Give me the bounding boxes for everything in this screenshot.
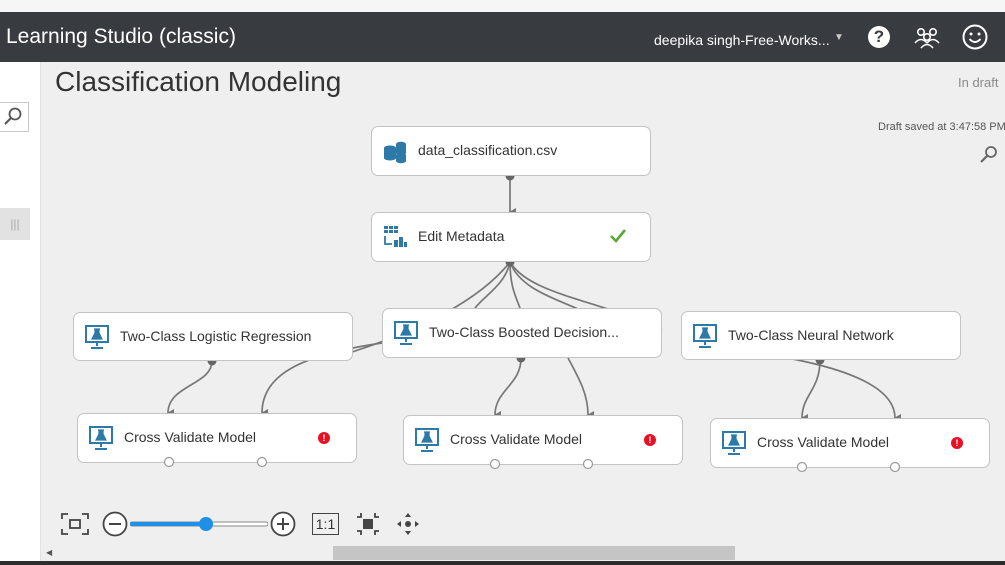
center-icon[interactable] xyxy=(356,512,380,536)
output-port xyxy=(163,456,175,468)
zoom-out-icon[interactable] xyxy=(102,511,128,537)
window-bottom-edge xyxy=(0,561,1005,565)
output-port xyxy=(582,458,594,470)
pan-icon[interactable] xyxy=(396,512,420,536)
fit-to-screen-icon[interactable] xyxy=(60,512,90,536)
output-port xyxy=(889,461,901,473)
actual-size-button[interactable]: 1:1 xyxy=(312,513,339,535)
scroll-left-arrow-icon[interactable]: ◀ xyxy=(46,548,52,557)
zoom-toolbar: 1:1 xyxy=(60,508,430,540)
output-port xyxy=(256,456,268,468)
output-ports xyxy=(163,456,901,473)
output-port xyxy=(796,461,808,473)
zoom-slider-thumb[interactable] xyxy=(199,517,213,531)
zoom-in-icon[interactable] xyxy=(270,511,296,537)
zoom-slider[interactable] xyxy=(130,517,268,531)
horizontal-scrollbar-thumb[interactable] xyxy=(333,546,735,560)
output-port xyxy=(489,458,501,470)
